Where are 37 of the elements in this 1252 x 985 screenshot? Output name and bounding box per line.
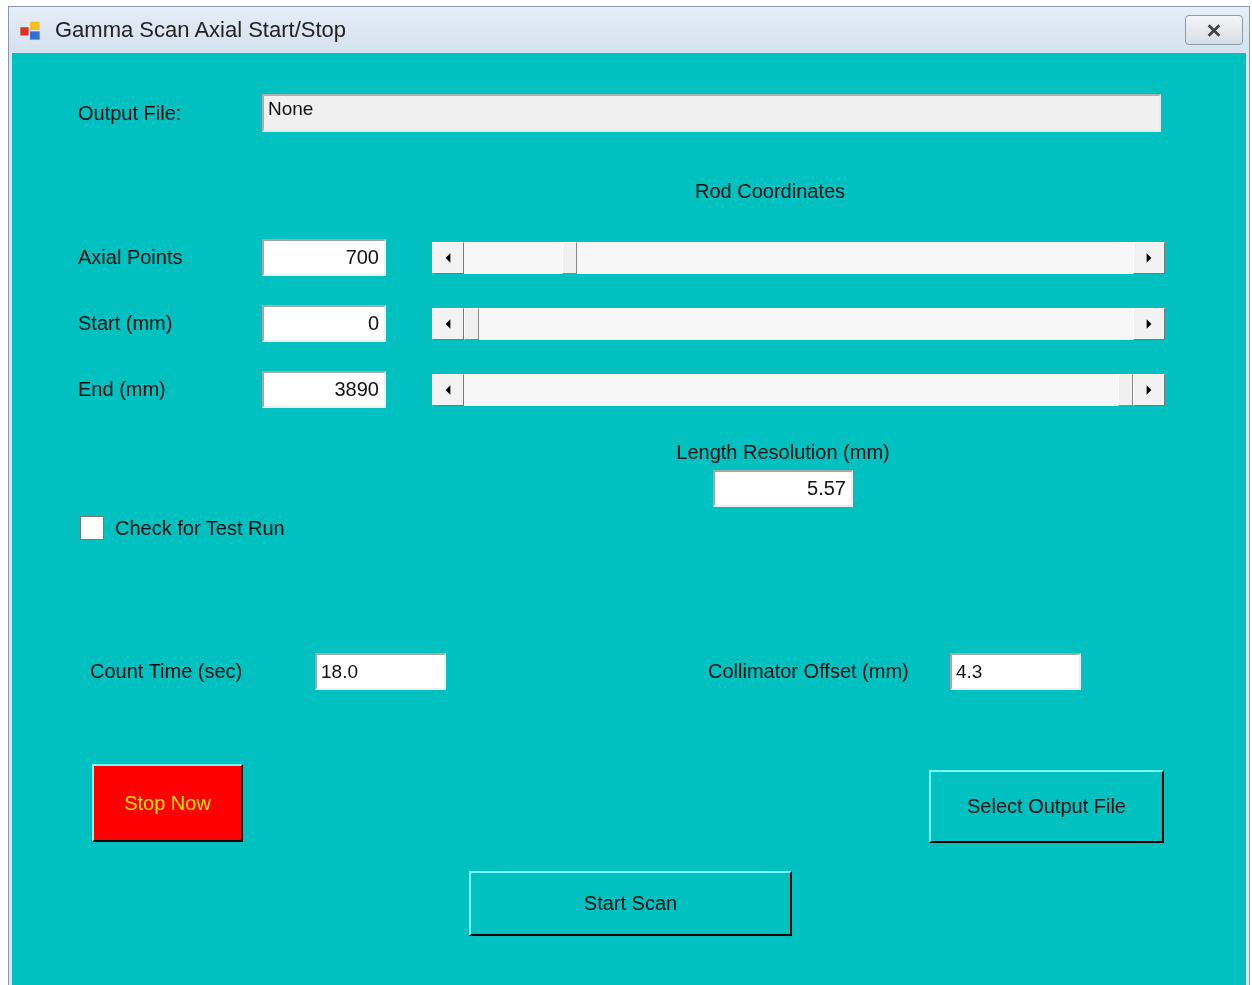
- left-arrow-icon: [444, 383, 452, 396]
- scroll-right-button[interactable]: [1133, 373, 1165, 406]
- number-field[interactable]: 700: [262, 239, 386, 276]
- app-icon: [19, 19, 41, 41]
- section-heading: Rod Coordinates: [695, 180, 846, 202]
- field-label: Axial Points: [78, 246, 184, 269]
- left-arrow-icon: [444, 317, 452, 330]
- checkbox[interactable]: [80, 516, 104, 540]
- scroll-left-button[interactable]: [432, 373, 464, 406]
- count-time-field[interactable]: 18.0: [315, 653, 446, 690]
- right-arrow-icon: [1145, 383, 1153, 396]
- right-arrow-icon: [1145, 251, 1153, 264]
- scrollbar-thumb[interactable]: [562, 241, 578, 274]
- select-file-button[interactable]: Select Output File: [929, 770, 1164, 843]
- scroll-right-button[interactable]: [1133, 241, 1165, 274]
- scrollbar-thumb[interactable]: [1118, 373, 1133, 406]
- field-label: End (mm): [78, 378, 167, 401]
- number-field[interactable]: 0: [262, 305, 386, 342]
- right-arrow-icon: [1145, 317, 1153, 330]
- left-arrow-icon: [444, 251, 452, 264]
- field-label: Collimator Offset (mm): [708, 660, 910, 683]
- close-button[interactable]: [1185, 15, 1243, 45]
- collimator-offset-field[interactable]: 4.3: [950, 653, 1081, 690]
- field-label: Start (mm): [78, 312, 174, 335]
- field-label: Length Resolution (mm): [676, 441, 890, 464]
- scrollbar-thumb[interactable]: [464, 307, 479, 340]
- checkbox-label: Check for Test Run: [115, 516, 285, 540]
- start-button[interactable]: Start Scan: [469, 871, 792, 936]
- scroll-right-button[interactable]: [1133, 307, 1165, 340]
- scroll-left-button[interactable]: [432, 307, 464, 340]
- window-title: Gamma Scan Axial Start/Stop: [55, 17, 348, 43]
- field-label: Count Time (sec): [90, 660, 244, 683]
- number-field[interactable]: 3890: [262, 371, 386, 408]
- output-file-field[interactable]: None: [262, 94, 1161, 132]
- field-label: Output File:: [78, 101, 183, 125]
- scroll-left-button[interactable]: [432, 241, 464, 274]
- number-field[interactable]: 5.57: [713, 470, 853, 507]
